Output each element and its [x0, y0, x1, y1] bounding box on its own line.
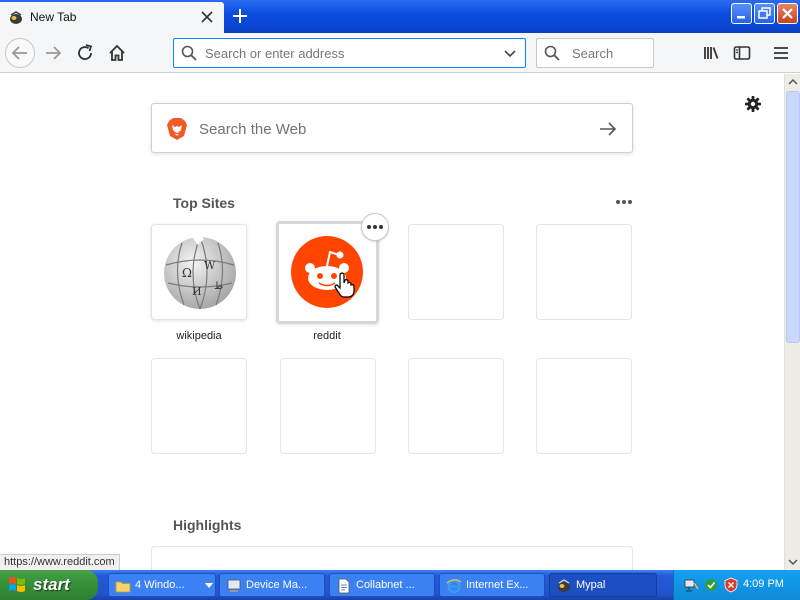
taskbar: start 4 Windo... Device Ma... Collabnet … [0, 570, 800, 600]
taskbar-item-label: 4 Windo... [135, 579, 185, 591]
svg-text:W: W [204, 259, 216, 272]
top-site-tile-empty[interactable] [408, 224, 504, 320]
taskbar-item-label: Device Ma... [246, 579, 308, 591]
brave-lion-icon [167, 118, 187, 140]
search-bar[interactable]: Search [536, 38, 654, 68]
clock: 4:09 PM [743, 578, 784, 590]
taskbar-item-windows-explorer[interactable]: 4 Windo... [108, 573, 216, 597]
top-site-tile-empty[interactable] [536, 224, 632, 320]
more-options-icon [367, 225, 383, 229]
library-icon [704, 47, 719, 59]
restore-icon [758, 7, 771, 19]
close-icon [782, 8, 793, 19]
web-search-placeholder: Search the Web [199, 121, 307, 138]
library-button[interactable] [697, 39, 725, 67]
sidebar-button[interactable] [728, 39, 756, 67]
chevron-down-icon[interactable] [501, 44, 519, 62]
mypal-icon [558, 579, 570, 592]
minimize-button[interactable] [731, 3, 752, 24]
tab-title: New Tab [30, 10, 77, 24]
arrow-right-icon [46, 46, 62, 60]
svg-text:Ω: Ω [182, 266, 192, 280]
reload-button[interactable] [71, 39, 99, 67]
internet-explorer-icon [446, 579, 462, 593]
title-bar: New Tab [0, 0, 800, 33]
home-icon [109, 44, 125, 61]
taskbar-item-device-manager[interactable]: Device Ma... [219, 573, 325, 597]
top-site-label: reddit [313, 330, 341, 342]
windows-logo-icon [9, 577, 25, 592]
highlights-card[interactable] [151, 546, 633, 570]
taskbar-item-internet-explorer[interactable]: Internet Ex... [439, 573, 545, 597]
tile-context-menu-button[interactable] [361, 213, 389, 241]
svg-text:И: И [192, 285, 202, 298]
highlights-title: Highlights [173, 517, 242, 533]
svg-text:ط: ط [214, 281, 223, 292]
hamburger-menu-icon [774, 47, 788, 59]
sidebar-icon [733, 46, 751, 60]
restore-button[interactable] [754, 3, 775, 24]
new-tab-page: Search the Web Top Sites Ω W И ط wikiped… [0, 74, 784, 570]
reload-icon [78, 44, 93, 60]
chevron-down-icon [205, 583, 213, 588]
top-sites-title: Top Sites [173, 195, 235, 211]
web-search-box[interactable]: Search the Web [151, 103, 633, 153]
top-site-tile-empty[interactable] [280, 358, 376, 454]
search-icon [181, 45, 197, 61]
network-icon[interactable] [683, 577, 699, 593]
new-tab-plus-icon[interactable] [229, 5, 251, 27]
top-site-tile-wikipedia[interactable]: Ω W И ط [151, 224, 247, 320]
minimize-icon [737, 16, 745, 19]
scroll-down-arrow-icon[interactable] [785, 554, 800, 570]
status-url-tooltip: https://www.reddit.com [0, 554, 120, 570]
forward-button[interactable] [39, 39, 67, 67]
top-site-tile-empty[interactable] [151, 358, 247, 454]
top-site-label: wikipedia [176, 330, 222, 342]
start-button[interactable]: start [0, 570, 98, 600]
document-icon [338, 578, 350, 594]
close-icon[interactable] [198, 8, 216, 26]
window-close-button[interactable] [777, 3, 798, 24]
security-alert-icon[interactable] [703, 577, 719, 593]
more-options-icon[interactable] [613, 196, 635, 208]
shield-icon[interactable] [723, 577, 739, 593]
menu-button[interactable] [767, 39, 795, 67]
top-site-tile-empty[interactable] [536, 358, 632, 454]
wikipedia-globe-icon: Ω W И ط [164, 236, 236, 310]
arrow-right-icon[interactable] [598, 119, 618, 139]
search-bar-placeholder: Search [572, 46, 614, 61]
taskbar-item-collabnet[interactable]: Collabnet ... [329, 573, 435, 597]
tab-new-tab[interactable]: New Tab [0, 2, 224, 33]
home-button[interactable] [103, 39, 131, 67]
start-label: start [33, 575, 70, 594]
taskbar-item-label: Collabnet ... [356, 579, 415, 591]
arrow-left-icon [11, 46, 27, 60]
search-icon [544, 45, 560, 61]
scrollbar-thumb[interactable] [786, 91, 800, 343]
computer-icon [227, 579, 241, 592]
back-button[interactable] [5, 38, 35, 68]
address-bar[interactable]: Search or enter address [173, 38, 526, 68]
taskbar-item-mypal[interactable]: Mypal [549, 573, 657, 597]
hand-cursor-icon [334, 272, 355, 298]
gear-icon[interactable] [743, 94, 763, 114]
taskbar-item-label: Internet Ex... [466, 579, 529, 591]
folder-icon [115, 581, 131, 593]
mypal-icon [10, 11, 22, 24]
top-site-tile-empty[interactable] [408, 358, 504, 454]
taskbar-item-label: Mypal [576, 579, 606, 591]
vertical-scrollbar[interactable] [784, 74, 800, 570]
address-bar-placeholder: Search or enter address [205, 46, 345, 61]
scroll-up-arrow-icon[interactable] [785, 74, 800, 90]
navigation-toolbar: Search or enter address Search [0, 33, 800, 73]
